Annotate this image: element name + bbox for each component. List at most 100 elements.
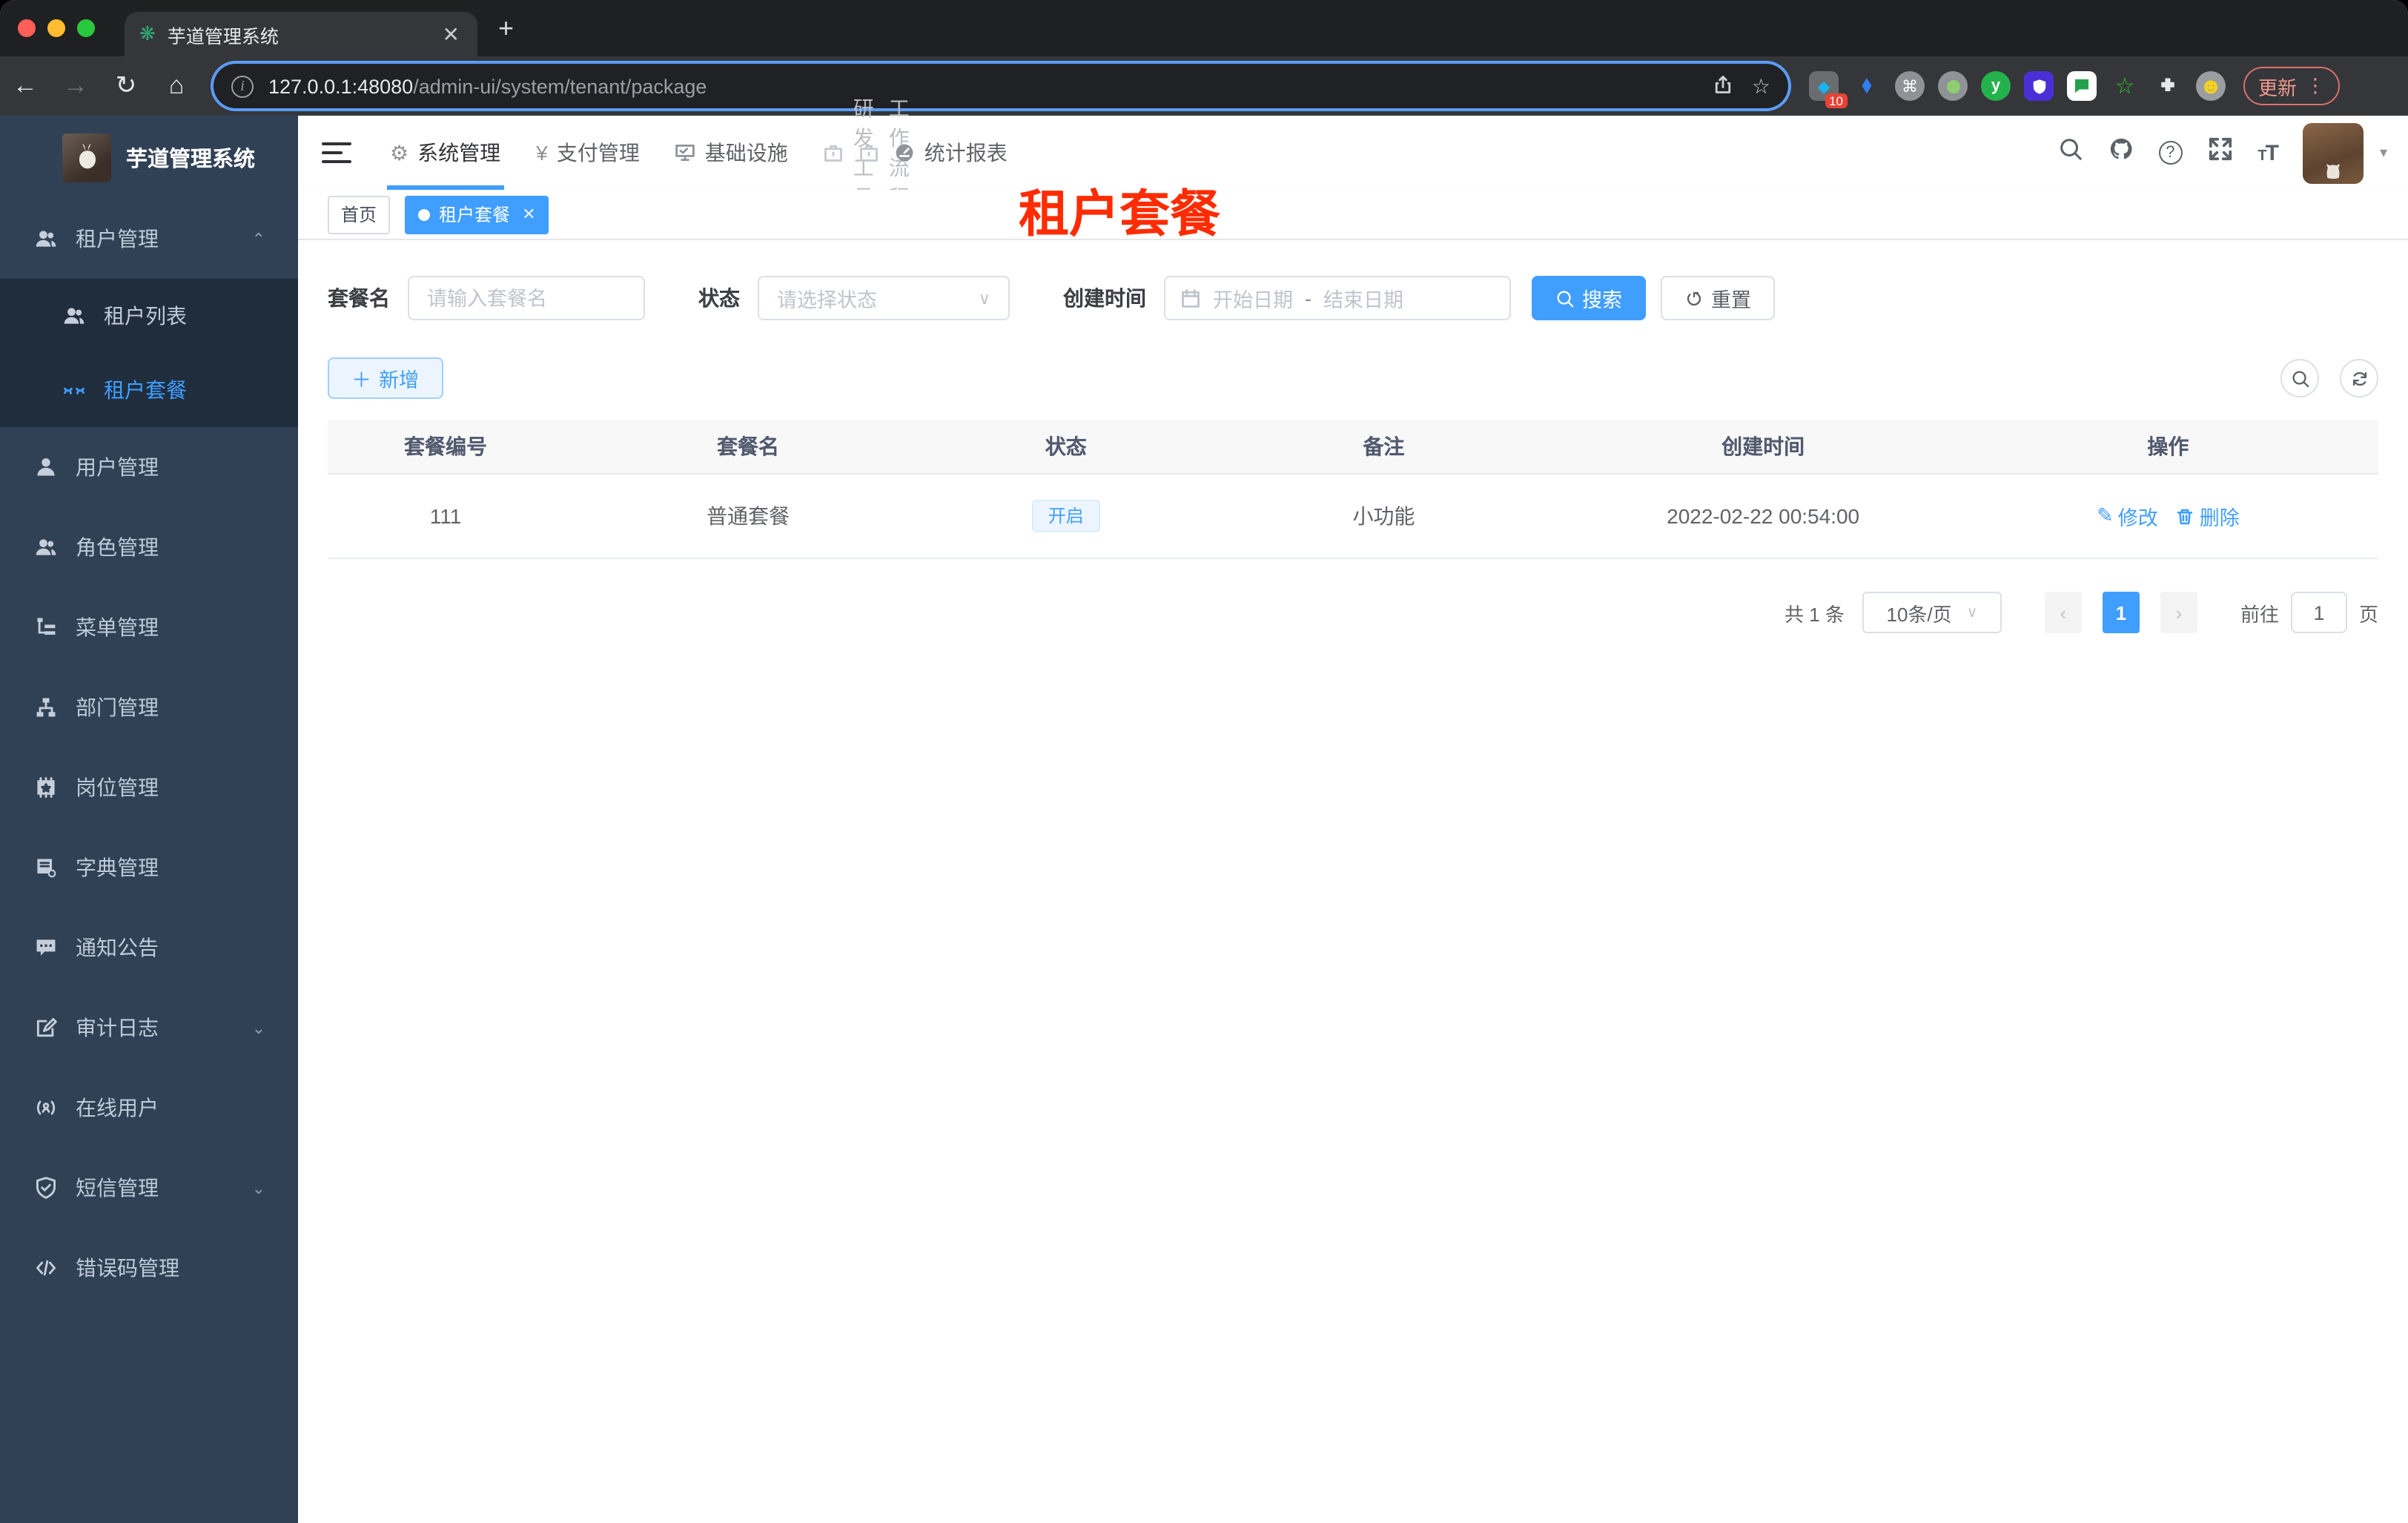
sidebar-item-tenant-management[interactable]: 租户管理 ⌃ xyxy=(0,199,298,279)
sidebar-item-error-code-management[interactable]: 错误码管理 xyxy=(0,1228,298,1308)
cell-package-id: 111 xyxy=(429,504,462,528)
zoom-window-button[interactable] xyxy=(77,19,95,37)
peoples-icon xyxy=(33,535,59,559)
tag-label: 租户套餐 xyxy=(439,205,511,225)
next-page-button[interactable]: › xyxy=(2160,592,2197,633)
topnav-dev-tools[interactable]: 研发工具 xyxy=(806,96,874,209)
sidebar-item-user-management[interactable]: 用户管理 xyxy=(0,427,298,507)
back-icon[interactable]: ← xyxy=(0,71,50,101)
tag-close-icon[interactable]: ✕ xyxy=(522,205,535,224)
prev-page-button[interactable]: ‹ xyxy=(2044,592,2082,633)
extension-shield-icon[interactable] xyxy=(2024,71,2054,101)
new-tab-button[interactable]: + xyxy=(498,15,514,42)
tag-home[interactable]: 首页 xyxy=(328,195,391,234)
reset-button[interactable]: 重置 xyxy=(1661,276,1775,320)
font-size-icon[interactable]: TT xyxy=(2258,140,2279,165)
avatar[interactable] xyxy=(2302,122,2364,183)
user-icon xyxy=(33,455,59,479)
search-icon[interactable] xyxy=(2057,136,2083,169)
cell-remark: 小功能 xyxy=(1352,504,1415,528)
topnav-statistics-report[interactable]: 统计报表 xyxy=(877,116,1025,190)
extension-chat-icon[interactable] xyxy=(2067,71,2097,101)
plus-icon: ＋ xyxy=(351,369,371,392)
share-icon[interactable] xyxy=(1713,73,1734,99)
window-controls[interactable] xyxy=(18,19,95,37)
extension-grid-icon[interactable]: ◆ 10 xyxy=(1809,71,1848,108)
sidebar-item-notice-announcement[interactable]: 通知公告 xyxy=(0,908,298,988)
edit-label: 修改 xyxy=(2117,507,2158,529)
sidebar-item-label: 审计日志 xyxy=(76,1016,159,1040)
delete-link[interactable]: 删除 xyxy=(2176,501,2240,531)
dict-icon xyxy=(33,856,59,879)
sidebar-item-tenant-package[interactable]: 租户套餐 xyxy=(0,353,298,427)
close-window-button[interactable] xyxy=(18,19,36,37)
edit-link[interactable]: ✎ 修改 xyxy=(2097,501,2158,531)
tab-title: 芋道管理系统 xyxy=(167,26,279,47)
header-icons: ? TT ▾ xyxy=(2057,122,2408,183)
extension-dot-icon[interactable] xyxy=(1938,71,1968,101)
package-name-input[interactable] xyxy=(408,276,645,320)
sidebar-item-menu-management[interactable]: 菜单管理 xyxy=(0,587,298,667)
sidebar-item-label: 部门管理 xyxy=(76,696,159,719)
topnav-system-management[interactable]: ⚙ 系统管理 xyxy=(372,116,518,190)
app-header: ⚙ 系统管理 ¥ 支付管理 基础设施 研发工具 xyxy=(298,96,2408,209)
current-page-button[interactable]: 1 xyxy=(2102,592,2140,633)
tag-tenant-package[interactable]: 租户套餐 ✕ xyxy=(405,195,549,234)
filter-form: 套餐名 状态 请选择状态 ∨ 创建时间 开始日期 - 结束日期 xyxy=(328,276,2378,320)
online-user-icon xyxy=(33,1096,59,1120)
sidebar-item-role-management[interactable]: 角色管理 xyxy=(0,507,298,587)
sidebar-item-audit-log[interactable]: 审计日志 ⌄ xyxy=(0,988,298,1068)
extension-emoji-icon[interactable]: ☻ xyxy=(2196,71,2226,101)
home-icon[interactable]: ⌂ xyxy=(151,71,202,101)
topnav-payment-management[interactable]: ¥ 支付管理 xyxy=(518,116,658,190)
sidebar-logo[interactable]: 芋道管理系统 xyxy=(0,116,298,199)
topnav-infrastructure[interactable]: 基础设施 xyxy=(658,116,806,190)
extension-command-icon[interactable]: ⌘ xyxy=(1895,71,1925,101)
page-size-select[interactable]: 10条/页 ∨ xyxy=(1862,592,2002,633)
code-icon xyxy=(33,1256,59,1280)
bookmark-star-icon[interactable]: ☆ xyxy=(1752,73,1770,99)
sidebar-item-post-management[interactable]: 岗位管理 xyxy=(0,747,298,827)
add-button[interactable]: ＋ 新增 xyxy=(328,357,443,399)
url-text[interactable]: 127.0.0.1:48080/admin-ui/system/tenant/p… xyxy=(268,75,1696,97)
forward-icon[interactable]: → xyxy=(50,71,101,101)
github-icon[interactable] xyxy=(2108,136,2133,169)
toggle-search-button[interactable] xyxy=(2280,359,2319,397)
date-range-picker[interactable]: 开始日期 - 结束日期 xyxy=(1164,276,1511,320)
col-created: 创建时间 xyxy=(1721,435,1805,458)
topnav-label: 系统管理 xyxy=(417,141,501,165)
yen-icon: ¥ xyxy=(536,141,548,165)
extension-y-icon[interactable]: y xyxy=(1981,71,2011,101)
tab-close-icon[interactable]: ✕ xyxy=(440,22,463,47)
search-button[interactable]: 搜索 xyxy=(1532,276,1646,320)
refresh-button[interactable] xyxy=(2340,359,2378,397)
browser-menu-icon[interactable]: ⋮ xyxy=(2306,74,2325,98)
status-filter-label: 状态 xyxy=(698,286,740,310)
sidebar-item-tenant-list[interactable]: 租户列表 xyxy=(0,279,298,353)
caret-down-icon[interactable]: ▾ xyxy=(2380,145,2387,161)
sidebar-item-dept-management[interactable]: 部门管理 xyxy=(0,667,298,747)
url-bar[interactable]: i 127.0.0.1:48080/admin-ui/system/tenant… xyxy=(214,64,1788,108)
date-end-placeholder: 结束日期 xyxy=(1323,289,1403,311)
reload-icon[interactable]: ↻ xyxy=(101,71,151,101)
minimize-window-button[interactable] xyxy=(47,19,65,37)
extension-puzzle-icon[interactable] xyxy=(2153,71,2183,101)
sidebar: 芋道管理系统 租户管理 ⌃ 租户列表 租户套餐 用户管理 角色管理 菜单管理 部… xyxy=(0,116,298,1523)
hamburger-icon[interactable] xyxy=(322,142,351,164)
status-select[interactable]: 请选择状态 ∨ xyxy=(758,276,1010,320)
topnav-label: 支付管理 xyxy=(556,141,640,165)
gear-icon: ⚙ xyxy=(390,140,409,164)
browser-update-button[interactable]: 更新 ⋮ xyxy=(2243,67,2341,105)
goto-page-input[interactable] xyxy=(2290,592,2347,633)
help-icon[interactable]: ? xyxy=(2158,141,2183,165)
status-badge[interactable]: 开启 xyxy=(1031,500,1100,532)
sidebar-item-dict-management[interactable]: 字典管理 xyxy=(0,827,298,908)
site-info-icon[interactable]: i xyxy=(231,75,254,97)
browser-tab[interactable]: ❋ 芋道管理系统 ✕ xyxy=(125,12,477,56)
sidebar-item-sms-management[interactable]: 短信管理 ⌄ xyxy=(0,1148,298,1228)
sidebar-item-online-users[interactable]: 在线用户 xyxy=(0,1068,298,1148)
extension-gem-icon[interactable]: ⬧ xyxy=(1852,71,1882,101)
active-dot xyxy=(418,208,431,220)
fullscreen-icon[interactable] xyxy=(2207,136,2232,169)
extension-star-icon[interactable]: ☆ xyxy=(2110,71,2140,101)
